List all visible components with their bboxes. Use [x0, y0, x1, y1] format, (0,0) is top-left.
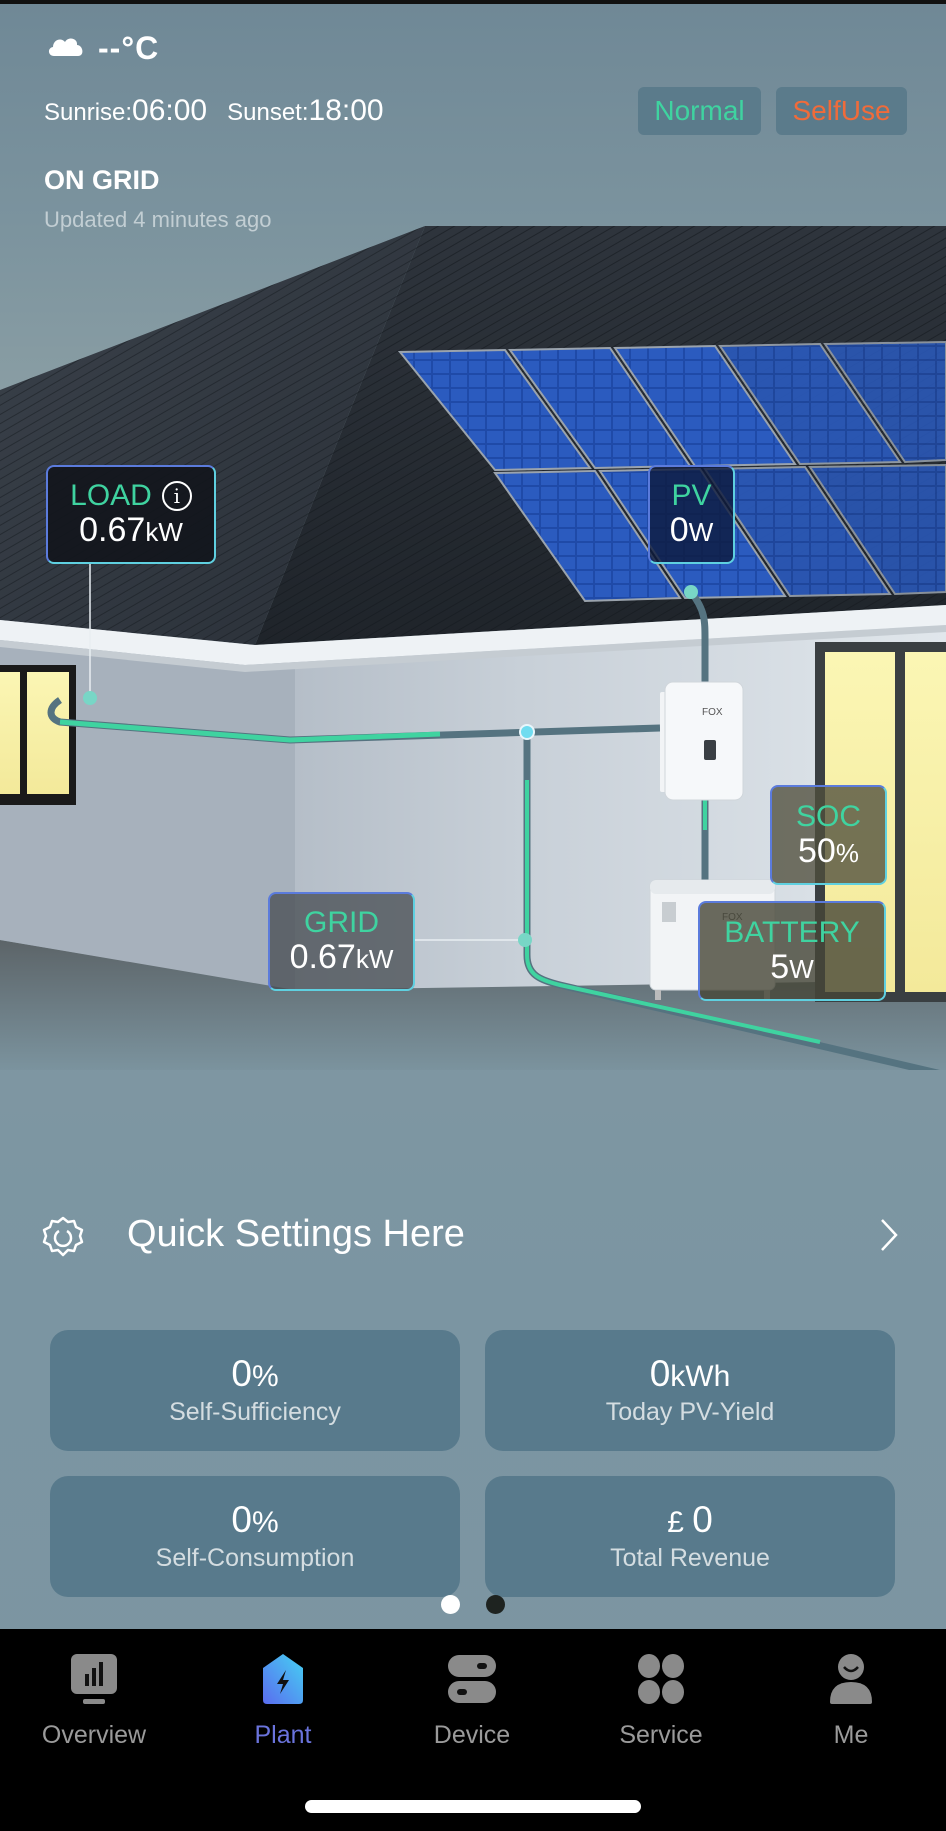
grid-value: 0.67: [289, 938, 356, 977]
page-dot-1[interactable]: [441, 1595, 460, 1614]
inverter-brand: FOX: [702, 707, 723, 718]
grid-unit: kW: [355, 944, 394, 975]
sun-times: Sunrise:06:00 Sunset:18:00: [44, 94, 384, 128]
pv-unit: W: [688, 517, 714, 548]
grid-box[interactable]: GRID 0.67kW: [268, 892, 415, 991]
soc-value: 50: [798, 831, 836, 870]
load-title: LOAD: [70, 479, 152, 513]
inverter: FOX: [660, 681, 744, 801]
sunrise-label: Sunrise:: [44, 99, 133, 126]
status-badge: Normal: [638, 87, 761, 135]
stat-value: 0: [231, 1498, 252, 1540]
chevron-right-icon: [878, 1217, 902, 1258]
pv-title: PV: [671, 479, 712, 513]
nav-service[interactable]: Service: [591, 1649, 731, 1750]
battery-title: BATTERY: [724, 915, 860, 949]
stat-value: 0: [649, 1352, 671, 1394]
nav-label: Me: [833, 1721, 869, 1749]
nav-label: Service: [619, 1721, 703, 1749]
home-indicator[interactable]: [305, 1800, 641, 1813]
grid-status: ON GRID: [44, 165, 160, 195]
work-mode-badge[interactable]: SelfUse: [776, 87, 907, 135]
page-indicator[interactable]: [441, 1595, 505, 1614]
stat-card-self-consumption: 0% Self-Consumption: [50, 1476, 460, 1597]
plant-screen: FOX FOX --°C Sunrise:06:00 Sunset:18:00 …: [0, 0, 946, 1831]
quick-settings-label: Quick Settings Here: [127, 1213, 465, 1255]
stat-card-pv-yield: 0kWh Today PV-Yield: [485, 1330, 895, 1451]
nav-label: Device: [433, 1721, 511, 1749]
updated-time: Updated 4 minutes ago: [44, 207, 272, 232]
service-grid-icon: [631, 1649, 691, 1709]
nav-label: Overview: [41, 1721, 147, 1749]
stat-value: 0: [692, 1498, 713, 1540]
stat-card-self-sufficiency: 0% Self-Sufficiency: [50, 1330, 460, 1451]
stat-label: Self-Sufficiency: [169, 1398, 341, 1427]
quick-settings-row[interactable]: Quick Settings Here: [0, 1195, 946, 1273]
stat-label: Total Revenue: [610, 1544, 770, 1573]
stat-label: Today PV-Yield: [605, 1398, 775, 1427]
nav-overview[interactable]: Overview: [24, 1649, 164, 1750]
pv-value: 0: [669, 511, 689, 550]
sunrise-value: 06:00: [132, 94, 208, 127]
sunset-label: Sunset:: [227, 99, 309, 126]
stat-label: Self-Consumption: [155, 1544, 355, 1573]
nav-me[interactable]: Me: [781, 1649, 921, 1750]
page-dot-2[interactable]: [486, 1595, 505, 1614]
temperature: --°C: [98, 30, 160, 66]
cloud-icon: [46, 32, 86, 65]
stat-unit: %: [251, 1505, 279, 1539]
nav-device[interactable]: Device: [402, 1649, 542, 1750]
battery-value: 5: [770, 947, 790, 986]
weather: --°C: [46, 30, 159, 67]
nav-label: Plant: [254, 1721, 312, 1749]
person-icon: [821, 1649, 881, 1709]
device-toggle-icon: [442, 1649, 502, 1709]
load-box[interactable]: LOAD i 0.67kW: [46, 465, 216, 564]
stat-card-total-revenue: £ 0 Total Revenue: [485, 1476, 895, 1597]
load-unit: kW: [145, 517, 183, 548]
battery-box[interactable]: BATTERY 5W: [698, 901, 886, 1001]
grid-title: GRID: [304, 906, 379, 940]
nav-plant[interactable]: Plant: [213, 1649, 353, 1750]
load-value: 0.67: [79, 511, 146, 550]
battery-unit-label: W: [789, 953, 814, 984]
chart-monitor-icon: [64, 1649, 124, 1709]
status-bar: [0, 0, 946, 4]
info-icon[interactable]: i: [161, 480, 192, 511]
sunset-value: 18:00: [308, 94, 384, 127]
gear-icon: [40, 1214, 86, 1265]
currency-symbol: £: [667, 1505, 693, 1539]
pv-box[interactable]: PV 0W: [648, 465, 735, 564]
stat-unit: kWh: [670, 1359, 731, 1393]
soc-title: SOC: [795, 799, 861, 833]
soc-unit: %: [835, 837, 859, 868]
soc-box[interactable]: SOC 50%: [770, 785, 887, 885]
plant-bolt-icon: [253, 1649, 313, 1709]
stat-value: 0: [231, 1352, 252, 1394]
stat-unit: %: [251, 1359, 279, 1393]
